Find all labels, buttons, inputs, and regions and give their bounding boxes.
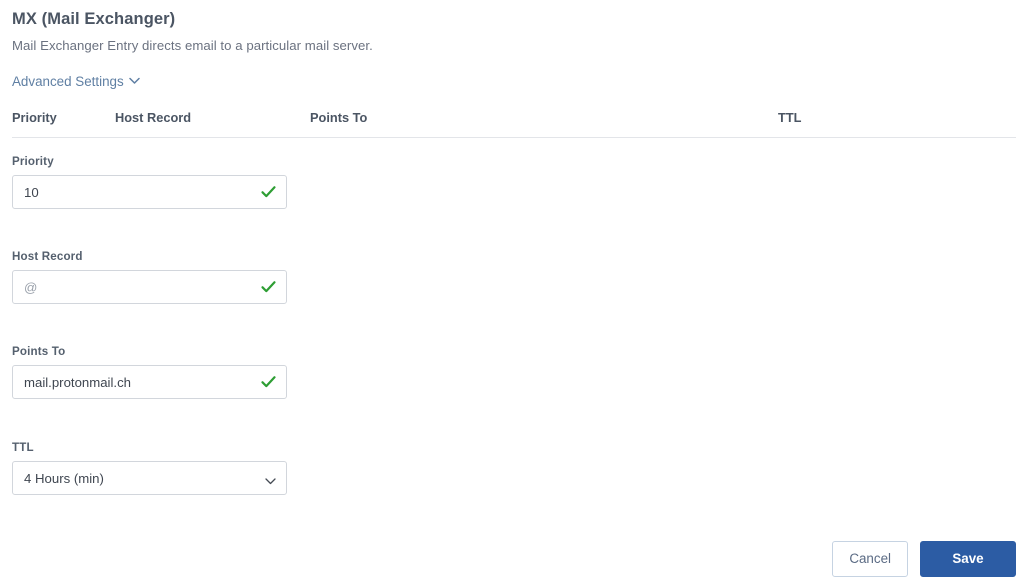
column-header-ttl: TTL	[778, 110, 802, 125]
header-divider	[12, 137, 1016, 138]
field-label-ttl: TTL	[12, 441, 34, 454]
field-points-to: Points To	[12, 345, 287, 399]
points-to-input[interactable]	[12, 365, 287, 399]
column-header-points-to: Points To	[310, 110, 368, 125]
field-label-host-record: Host Record	[12, 250, 83, 263]
page-title: MX (Mail Exchanger)	[12, 10, 176, 28]
host-record-input-wrap	[12, 270, 287, 304]
form-actions: Cancel Save	[832, 541, 1016, 577]
points-to-input-wrap	[12, 365, 287, 399]
priority-input-wrap	[12, 175, 287, 209]
field-label-priority: Priority	[12, 155, 54, 168]
column-header-row: Priority Host Record Points To TTL	[0, 110, 1024, 138]
column-header-host-record: Host Record	[115, 110, 192, 125]
chevron-down-icon	[128, 77, 140, 88]
host-record-input[interactable]	[12, 270, 287, 304]
save-button[interactable]: Save	[920, 541, 1016, 577]
advanced-settings-label: Advanced Settings	[12, 74, 124, 89]
field-ttl: TTL 4 Hours (min)	[12, 441, 287, 495]
priority-input[interactable]	[12, 175, 287, 209]
dns-record-editor-panel: MX (Mail Exchanger) Mail Exchanger Entry…	[0, 0, 1024, 583]
record-description: Mail Exchanger Entry directs email to a …	[12, 38, 373, 53]
field-host-record: Host Record	[12, 250, 287, 304]
advanced-settings-toggle[interactable]: Advanced Settings	[12, 74, 140, 89]
column-header-priority: Priority	[12, 110, 57, 125]
cancel-button[interactable]: Cancel	[832, 541, 908, 577]
field-priority: Priority	[12, 155, 287, 209]
field-label-points-to: Points To	[12, 345, 66, 358]
ttl-select-wrap: 4 Hours (min)	[12, 461, 287, 495]
ttl-select[interactable]: 4 Hours (min)	[12, 461, 287, 495]
